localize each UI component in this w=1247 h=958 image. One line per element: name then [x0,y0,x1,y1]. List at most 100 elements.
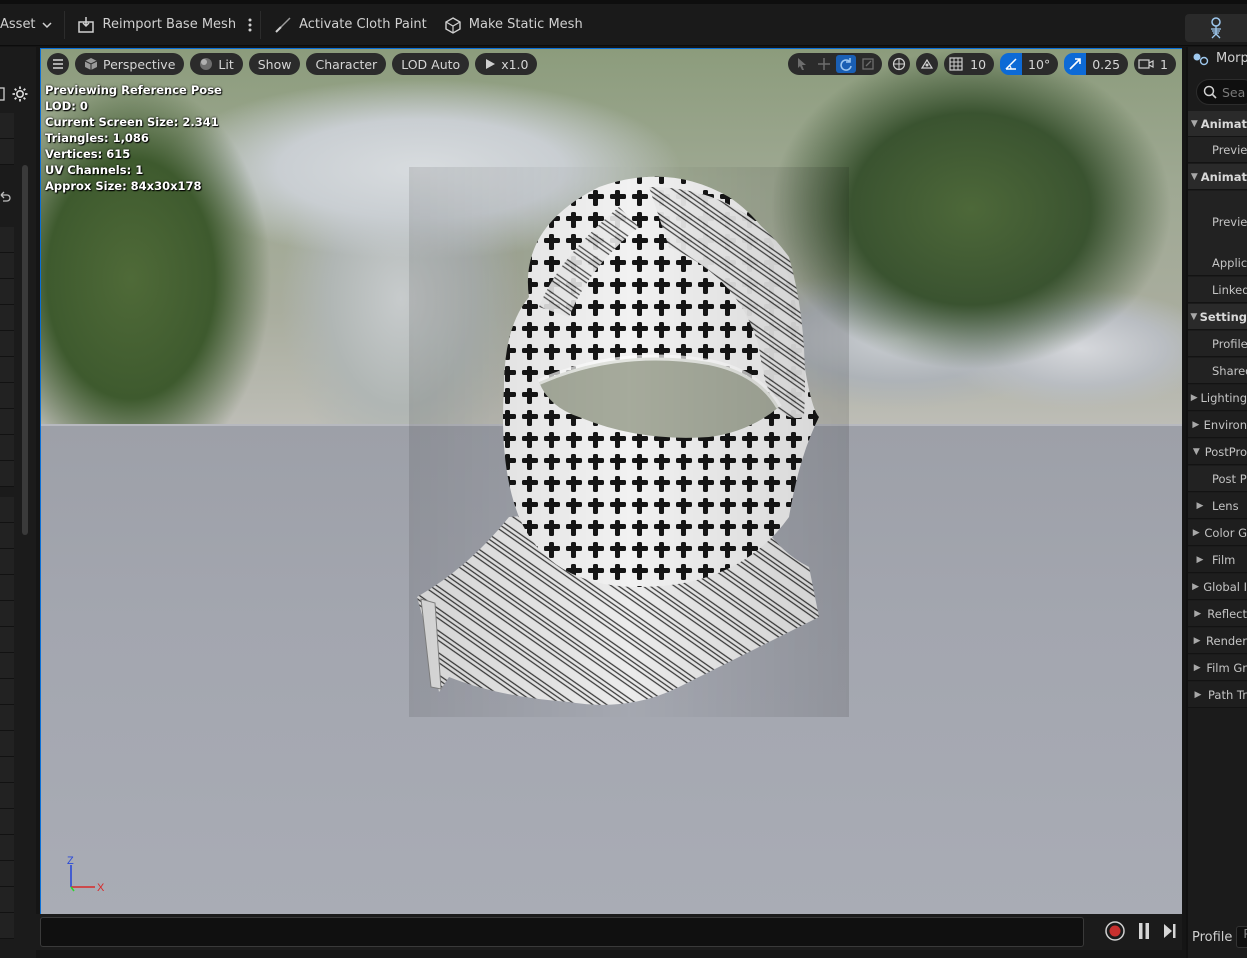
details-row[interactable]: Profile [1188,331,1247,357]
list-item[interactable] [0,809,14,835]
rotation-snap-toggle[interactable] [1000,53,1023,75]
chevron-right-icon: ▶ [1193,662,1201,673]
list-item[interactable] [0,461,14,487]
details-row[interactable]: Applica [1188,250,1247,276]
record-button[interactable] [1104,920,1126,942]
list-item[interactable] [0,139,14,165]
viewport-options-button[interactable] [47,53,69,75]
list-item[interactable] [0,435,14,461]
details-category[interactable]: ▶ Lighting [1188,385,1247,411]
scale-snap-toggle[interactable] [1064,53,1087,75]
rotation-snap-group[interactable]: 10° [1000,53,1059,75]
translate-tool-button[interactable] [814,55,834,73]
profile-dropdown[interactable]: Pr [1236,926,1247,948]
list-item[interactable] [0,679,14,705]
step-forward-button[interactable] [1162,921,1178,941]
list-item[interactable] [0,783,14,809]
details-section[interactable]: ▼ Animat [1188,164,1247,190]
activate-cloth-paint-button[interactable]: Activate Cloth Paint [265,9,435,41]
list-item[interactable] [0,913,14,939]
details-row-label: Environ [1203,417,1247,432]
show-label: Show [257,56,292,72]
list-item[interactable] [0,549,14,575]
stats-line: Vertices: 615 [45,147,131,161]
details-row[interactable]: Post Pr [1188,466,1247,492]
list-item[interactable] [0,601,14,627]
details-category[interactable]: ▶ Global I [1188,574,1247,600]
list-item[interactable] [0,757,14,783]
character-button[interactable]: Character [306,53,387,75]
list-item[interactable] [0,357,14,383]
details-category[interactable]: ▶ Lens [1188,493,1247,519]
details-row-label: Global I [1203,579,1247,594]
timeline-scrubber[interactable] [40,917,1084,947]
list-item[interactable] [0,409,14,435]
list-item[interactable] [0,523,14,549]
details-category[interactable]: ▶ Render [1188,628,1247,654]
list-item[interactable] [0,253,14,279]
viewport-toolbar: Perspective Lit Show Character LOD Auto … [47,53,1176,75]
list-item[interactable] [0,383,14,409]
profile-label: Profile [1192,929,1233,945]
chevron-right-icon: ▶ [1193,635,1201,646]
details-row[interactable]: Preview [1188,191,1247,253]
details-section[interactable]: ▼ Setting [1188,304,1247,330]
asset-menu[interactable]: Asset [0,9,60,41]
list-item[interactable] [0,113,14,139]
grid-snap-group[interactable]: 10 [944,53,995,75]
list-item[interactable] [0,331,14,357]
chevron-right-icon: ▶ [1192,419,1200,430]
details-section[interactable]: ▼ Animat [1188,111,1247,137]
stats-line: LOD: 0 [45,99,88,113]
scale-snap-group[interactable]: 0.25 [1064,53,1129,75]
scale-tool-button[interactable] [858,55,878,73]
list-item[interactable] [0,227,14,253]
details-category[interactable]: ▶ Path Tr [1188,682,1247,708]
details-category[interactable]: ▶ Film Gr [1188,655,1247,681]
list-item[interactable] [0,705,14,731]
list-item[interactable] [0,731,14,757]
list-item[interactable] [0,835,14,861]
list-item[interactable] [0,627,14,653]
skeleton-mode-button[interactable] [1185,14,1247,42]
details-category[interactable]: ▶ Environ [1188,412,1247,438]
details-category[interactable]: ▶ Color G [1188,520,1247,546]
details-search-input[interactable]: Sea [1196,79,1247,105]
details-row[interactable]: Shared [1188,358,1247,384]
details-category[interactable]: ▶ Reflect [1188,601,1247,627]
show-button[interactable]: Show [248,53,301,75]
coordinate-space-button[interactable] [888,53,911,75]
perspective-button[interactable]: Perspective [75,53,185,75]
chevron-right-icon: ▶ [1192,527,1200,538]
lod-button[interactable]: LOD Auto [392,53,470,75]
main-toolbar: Asset Reimport Base Mesh Activate Cloth … [0,0,1247,46]
details-category[interactable]: ▼ PostPro [1188,439,1247,465]
playback-speed-button[interactable]: x1.0 [475,53,538,75]
list-item[interactable] [0,305,14,331]
settings-gear-icon[interactable] [11,85,29,103]
details-row[interactable]: Linked [1188,277,1247,303]
mesh-preview-viewport[interactable]: Perspective Lit Show Character LOD Auto … [40,48,1182,914]
make-static-mesh-button[interactable]: Make Static Mesh [435,9,591,41]
details-row[interactable]: Preview [1188,137,1247,163]
list-item[interactable] [0,653,14,679]
morph-panel-tab[interactable]: Morph [1192,51,1247,66]
list-item[interactable] [0,861,14,887]
list-item[interactable] [0,497,14,523]
undo-icon[interactable] [0,191,12,203]
surface-snap-button[interactable] [916,53,939,75]
more-vertical-icon [248,18,252,31]
pause-button[interactable] [1136,921,1152,941]
lit-mode-button[interactable]: Lit [190,53,243,75]
list-item[interactable] [0,279,14,305]
list-item[interactable] [0,887,14,913]
details-category[interactable]: ▶ Film [1188,547,1247,573]
rotate-tool-button[interactable] [836,55,857,73]
select-tool-button[interactable] [792,55,812,73]
camera-speed-group[interactable]: 1 [1134,53,1176,75]
reimport-base-mesh-button[interactable]: Reimport Base Mesh [69,9,245,41]
reimport-options-button[interactable] [244,9,256,41]
list-item[interactable] [0,575,14,601]
left-scrollbar[interactable] [22,165,28,535]
chevron-down-icon: ▼ [1190,171,1198,182]
